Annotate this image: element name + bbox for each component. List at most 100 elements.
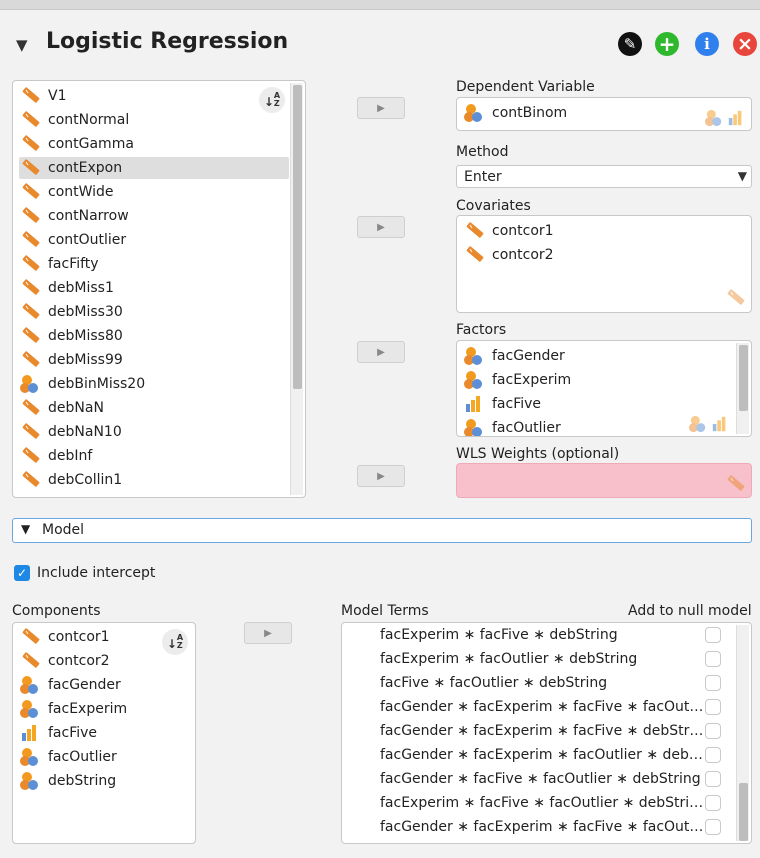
covariates-label: Covariates bbox=[456, 198, 531, 214]
variables-scrollbar[interactable] bbox=[290, 83, 303, 495]
scale-variable-icon bbox=[21, 134, 41, 152]
variable-item[interactable]: debCollin1 bbox=[19, 469, 122, 491]
dependent-variable-value: contBinom bbox=[492, 105, 568, 121]
duplicate-analysis-button[interactable]: + bbox=[655, 32, 679, 56]
model-term-row[interactable]: facExperim ∗ facOutlier ∗ debString bbox=[380, 647, 706, 671]
remove-analysis-button[interactable]: × bbox=[733, 32, 757, 56]
variable-item[interactable]: debNaN10 bbox=[19, 421, 122, 443]
variables-list[interactable]: ↓A Z V1 contNormal contGamma contExpon contWi… bbox=[12, 80, 306, 498]
checkmark-icon: ✓ bbox=[16, 566, 28, 580]
model-term-row[interactable]: facExperim ∗ facFive ∗ debString bbox=[380, 623, 706, 647]
component-item[interactable]: facFive bbox=[19, 722, 97, 744]
move-to-wls-button[interactable]: ▶ bbox=[357, 465, 405, 487]
scale-variable-icon bbox=[21, 326, 41, 344]
variable-item[interactable]: contOutlier bbox=[19, 229, 126, 251]
nominal-variable-icon bbox=[20, 772, 38, 790]
add-to-null-model-checkbox[interactable] bbox=[705, 819, 721, 835]
move-to-covariates-button[interactable]: ▶ bbox=[357, 216, 405, 238]
variable-item[interactable]: contExpon bbox=[19, 157, 289, 179]
variable-item[interactable]: debBinMiss20 bbox=[19, 373, 145, 395]
move-to-dependent-button[interactable]: ▶ bbox=[357, 97, 405, 119]
model-section-header[interactable]: ▼ Model bbox=[12, 518, 752, 543]
info-button[interactable]: i bbox=[695, 32, 719, 56]
analysis-header: ▼ Logistic Regression ✎ + i × bbox=[0, 24, 760, 64]
covariate-label: contcor1 bbox=[492, 223, 554, 239]
add-to-null-model-checkbox[interactable] bbox=[705, 723, 721, 739]
info-icon: i bbox=[704, 35, 710, 53]
model-term-row[interactable]: facGender ∗ facExperim ∗ facFive ∗ debSt… bbox=[380, 719, 706, 743]
component-item[interactable]: facExperim bbox=[19, 698, 127, 720]
add-to-null-model-checkbox[interactable] bbox=[705, 627, 721, 643]
component-item[interactable]: facOutlier bbox=[19, 746, 117, 768]
arrow-right-icon: ▶ bbox=[377, 470, 385, 482]
component-label: debString bbox=[48, 773, 117, 789]
include-intercept-option[interactable]: ✓ Include intercept bbox=[14, 565, 155, 581]
scale-variable-icon bbox=[21, 230, 41, 248]
method-dropdown[interactable]: Enter ▼ bbox=[456, 165, 752, 188]
covariates-box[interactable]: contcor1 contcor2 bbox=[456, 215, 752, 313]
add-to-null-model-checkbox[interactable] bbox=[705, 699, 721, 715]
variable-item[interactable]: debInf bbox=[19, 445, 92, 467]
model-terms-scrollbar[interactable] bbox=[736, 625, 749, 841]
model-term-row[interactable]: facGender ∗ facExperim ∗ facOutlier ∗ de… bbox=[380, 743, 706, 767]
variable-item[interactable]: contGamma bbox=[19, 133, 134, 155]
factor-label: facOutlier bbox=[492, 420, 561, 436]
covariate-item[interactable]: contcor2 bbox=[463, 244, 554, 266]
covariate-item[interactable]: contcor1 bbox=[463, 220, 554, 242]
ordinal-allowed-icon bbox=[712, 416, 726, 432]
component-label: facExperim bbox=[48, 701, 128, 717]
model-terms-label: Model Terms bbox=[341, 603, 429, 619]
factor-item[interactable]: facFive bbox=[463, 393, 541, 415]
factor-item[interactable]: facExperim bbox=[463, 369, 571, 391]
nominal-variable-icon bbox=[20, 700, 38, 718]
component-item[interactable]: facGender bbox=[19, 674, 121, 696]
model-term-row[interactable]: facFive ∗ facOutlier ∗ debString bbox=[380, 671, 706, 695]
model-term-row[interactable]: facGender ∗ facFive ∗ facOutlier ∗ debSt… bbox=[380, 767, 706, 791]
factors-scrollbar[interactable] bbox=[736, 343, 749, 434]
edit-title-button[interactable]: ✎ bbox=[618, 32, 642, 56]
ordinal-allowed-icon bbox=[728, 110, 742, 126]
covariate-label: contcor2 bbox=[492, 247, 554, 263]
variable-item[interactable]: debMiss30 bbox=[19, 301, 123, 323]
variable-item[interactable]: facFifty bbox=[19, 253, 99, 275]
dependent-variable-item[interactable]: contBinom bbox=[463, 102, 567, 124]
variable-item[interactable]: contNormal bbox=[19, 109, 129, 131]
variable-item[interactable]: contWide bbox=[19, 181, 114, 203]
nominal-allowed-icon bbox=[689, 415, 706, 433]
dependent-variable-box[interactable]: contBinom bbox=[456, 97, 752, 131]
method-label: Method bbox=[456, 144, 509, 160]
factor-item[interactable]: facOutlier bbox=[463, 417, 561, 436]
factors-box[interactable]: facGender facExperim facFive facOutlier bbox=[456, 340, 752, 437]
variable-item[interactable]: debNaN bbox=[19, 397, 104, 419]
sort-button[interactable]: ↓A Z bbox=[259, 87, 285, 113]
model-terms-scroll-thumb[interactable] bbox=[739, 783, 748, 841]
factor-label: facFive bbox=[492, 396, 542, 412]
component-item[interactable]: contcor1 bbox=[19, 626, 110, 648]
variable-item[interactable]: debMiss99 bbox=[19, 349, 123, 371]
add-to-model-button[interactable]: ▶ bbox=[244, 622, 292, 644]
wls-weights-box[interactable] bbox=[456, 463, 752, 498]
components-sort-button[interactable]: ↓A Z bbox=[162, 629, 188, 655]
add-to-null-model-checkbox[interactable] bbox=[705, 747, 721, 763]
components-list[interactable]: ↓A Z contcor1 contcor2 facGender facExperim f… bbox=[12, 622, 196, 844]
add-to-null-model-checkbox[interactable] bbox=[705, 651, 721, 667]
factors-scroll-thumb[interactable] bbox=[739, 345, 748, 411]
include-intercept-checkbox[interactable]: ✓ bbox=[14, 565, 30, 581]
variable-item[interactable]: contNarrow bbox=[19, 205, 129, 227]
variables-scroll-thumb[interactable] bbox=[293, 85, 302, 389]
collapse-triangle-icon[interactable]: ▼ bbox=[16, 36, 28, 54]
variable-item[interactable]: debMiss80 bbox=[19, 325, 123, 347]
variable-item[interactable]: debMiss1 bbox=[19, 277, 114, 299]
model-term-row[interactable]: facGender ∗ facExperim ∗ facFive ∗ facOu… bbox=[380, 815, 706, 839]
move-to-factors-button[interactable]: ▶ bbox=[357, 341, 405, 363]
add-to-null-model-checkbox[interactable] bbox=[705, 771, 721, 787]
variable-item[interactable]: V1 bbox=[19, 85, 66, 107]
factor-item[interactable]: facGender bbox=[463, 345, 565, 367]
model-terms-list[interactable]: facExperim ∗ facFive ∗ debString facExper… bbox=[341, 622, 752, 844]
component-item[interactable]: contcor2 bbox=[19, 650, 110, 672]
model-term-row[interactable]: facExperim ∗ facFive ∗ facOutlier ∗ debS… bbox=[380, 791, 706, 815]
model-term-row[interactable]: facGender ∗ facExperim ∗ facFive ∗ facOu… bbox=[380, 695, 706, 719]
component-item[interactable]: debString bbox=[19, 770, 116, 792]
add-to-null-model-checkbox[interactable] bbox=[705, 795, 721, 811]
add-to-null-model-checkbox[interactable] bbox=[705, 675, 721, 691]
